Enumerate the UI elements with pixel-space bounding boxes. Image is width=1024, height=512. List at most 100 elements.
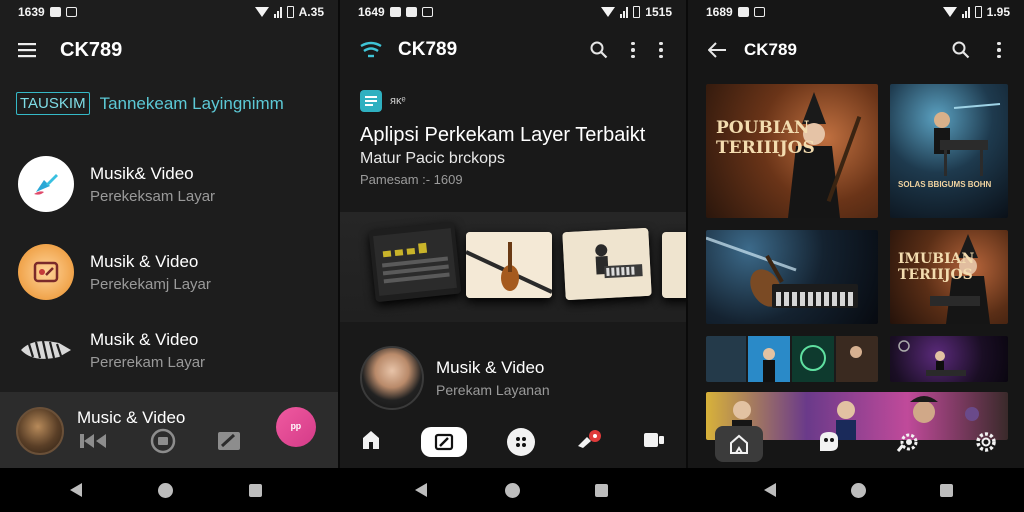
overflow-menu-icon[interactable]: [992, 41, 1006, 59]
screen-recorder-icon: [18, 244, 74, 300]
list-item[interactable]: Musik & Video Perekekamj Layar: [18, 244, 211, 300]
hero-heading: Aplipsi Perkekam Layer Terbaikt: [360, 124, 646, 146]
list-item-title: Musik & Video: [90, 251, 199, 271]
status-time: 1639: [18, 5, 45, 19]
app-title: CK789: [60, 38, 123, 61]
media-card[interactable]: [890, 336, 1008, 382]
list-box-icon: [360, 90, 382, 112]
podcast-button[interactable]: ᵖᵖ: [276, 407, 316, 447]
nav-home-icon[interactable]: [505, 483, 520, 498]
battery-icon: [633, 6, 641, 18]
app-title: CK789: [398, 39, 458, 60]
crop-icon[interactable]: [216, 430, 242, 457]
media-card[interactable]: [706, 230, 878, 324]
status-battery-text: 1.95: [986, 5, 1010, 19]
carousel-thumbnail[interactable]: [466, 232, 552, 298]
nav-back-icon[interactable]: [764, 483, 776, 497]
signal-icon: [620, 6, 629, 18]
ghost-chat-icon[interactable]: [816, 429, 842, 460]
search-icon[interactable]: [590, 41, 608, 59]
nav-recents-icon[interactable]: [249, 484, 262, 497]
carousel-thumbnail[interactable]: [662, 232, 686, 298]
list-item[interactable]: Musik & Video Pererekam Layar: [18, 322, 205, 378]
notification-bell-icon[interactable]: [575, 428, 603, 457]
app-bar: CK789: [688, 28, 1024, 72]
search-icon[interactable]: [952, 41, 970, 59]
media-carousel[interactable]: [340, 212, 686, 322]
tag-row[interactable]: TAUSKIM Tannekeam Layingnimm: [16, 92, 284, 115]
home-icon[interactable]: [714, 426, 763, 462]
app-bar: CK789: [0, 28, 338, 72]
nav-back-icon[interactable]: [415, 483, 427, 497]
carousel-thumbnail[interactable]: [368, 221, 462, 303]
list-item[interactable]: Musik& Video Perekeksam Layar: [18, 156, 215, 212]
status-time: 1649: [358, 5, 385, 19]
list-item-subtitle: Perekeksam Layar: [90, 187, 216, 205]
notification-icon: [737, 7, 749, 17]
wifi-icon: [254, 7, 269, 17]
overflow-menu-icon[interactable]: [654, 41, 668, 59]
tab-record[interactable]: [421, 427, 468, 457]
record-icon[interactable]: [150, 428, 176, 459]
media-card[interactable]: SOLAS BBIGUMS BOHN: [890, 84, 1008, 218]
striped-shell-icon: [18, 322, 74, 378]
card-title-line2: TERIIIJOS: [716, 138, 815, 158]
nav-recents-icon[interactable]: [595, 484, 608, 497]
list-item-title: Musik & Video: [90, 329, 199, 349]
screen-2: 1649 1515 CK789 ᴙᴋᵉ Aplipsi Perkekam Lay…: [340, 0, 686, 468]
media-card[interactable]: IMUBIAN TERIIJOS: [890, 230, 1008, 324]
screen-3: 1689 1.95 CK789 POUBIAN TERIIIJOS SOLAS …: [688, 0, 1024, 468]
status-bar: 1649 1515: [340, 0, 686, 24]
signal-wave-icon[interactable]: [360, 41, 382, 59]
edit-screen-icon: [435, 433, 454, 451]
card-caption: SOLAS BBIGUMS BOHN: [898, 180, 992, 189]
window-icon: [421, 7, 433, 17]
app-title: CK789: [744, 40, 797, 59]
battery-icon: [286, 6, 294, 18]
nav-back-icon[interactable]: [70, 483, 82, 497]
wifi-icon: [601, 7, 616, 17]
mini-player-title: Music & Video: [77, 408, 186, 427]
card-title-line1: POUBIAN: [716, 118, 810, 138]
category-chip[interactable]: ᴙᴋᵉ: [360, 90, 406, 112]
more-options-icon[interactable]: [626, 41, 640, 59]
battery-icon: [974, 6, 982, 18]
app-bar: CK789: [340, 28, 686, 72]
brush-icon: [18, 156, 74, 212]
card-title-line2: TERIIJOS: [898, 267, 973, 283]
media-card[interactable]: [706, 336, 878, 382]
settings-gear-cat-icon[interactable]: [895, 429, 921, 460]
tag-text: Tannekeam Layingnimm: [99, 93, 284, 113]
home-icon[interactable]: [360, 429, 382, 456]
nav-recents-icon[interactable]: [940, 484, 953, 497]
mini-player-thumbnail[interactable]: [16, 407, 64, 455]
bottom-tab-bar: [340, 416, 686, 468]
chip-label: ᴙᴋᵉ: [390, 95, 406, 107]
hamburger-icon[interactable]: [18, 42, 38, 58]
tag-label: TAUSKIM: [16, 92, 90, 115]
media-card[interactable]: POUBIAN TERIIIJOS: [706, 84, 878, 218]
bottom-tab-bar: [688, 420, 1024, 468]
mini-player[interactable]: Music & Video ᵖᵖ: [0, 392, 338, 468]
nav-home-icon[interactable]: [158, 483, 173, 498]
system-navigation-bar: [0, 468, 1024, 512]
list-item-subtitle: Pererekam Layar: [90, 353, 206, 371]
rewind-icon[interactable]: [78, 430, 108, 457]
signal-icon: [273, 6, 282, 18]
card-title-line1: IMUBIAN: [898, 251, 975, 267]
status-bar: 1639 A.35: [0, 0, 338, 24]
gallery-icon: [405, 7, 417, 17]
profile-row[interactable]: Musik & Video Perekam Layanan: [360, 346, 550, 410]
profile-subtitle: Perekam Layanan: [436, 382, 550, 398]
notification-icon: [49, 7, 61, 17]
profile-title: Musik & Video: [436, 358, 545, 377]
camera-toggle-icon[interactable]: [642, 430, 666, 455]
grid-dots-icon[interactable]: [506, 428, 535, 456]
carousel-thumbnail[interactable]: [562, 227, 652, 301]
avatar[interactable]: [360, 346, 424, 410]
back-arrow-icon[interactable]: [708, 42, 726, 58]
list-item-subtitle: Perekekamj Layar: [90, 275, 211, 293]
nav-home-icon[interactable]: [851, 483, 866, 498]
status-battery-text: A.35: [298, 5, 324, 19]
gear-icon[interactable]: [974, 430, 998, 459]
